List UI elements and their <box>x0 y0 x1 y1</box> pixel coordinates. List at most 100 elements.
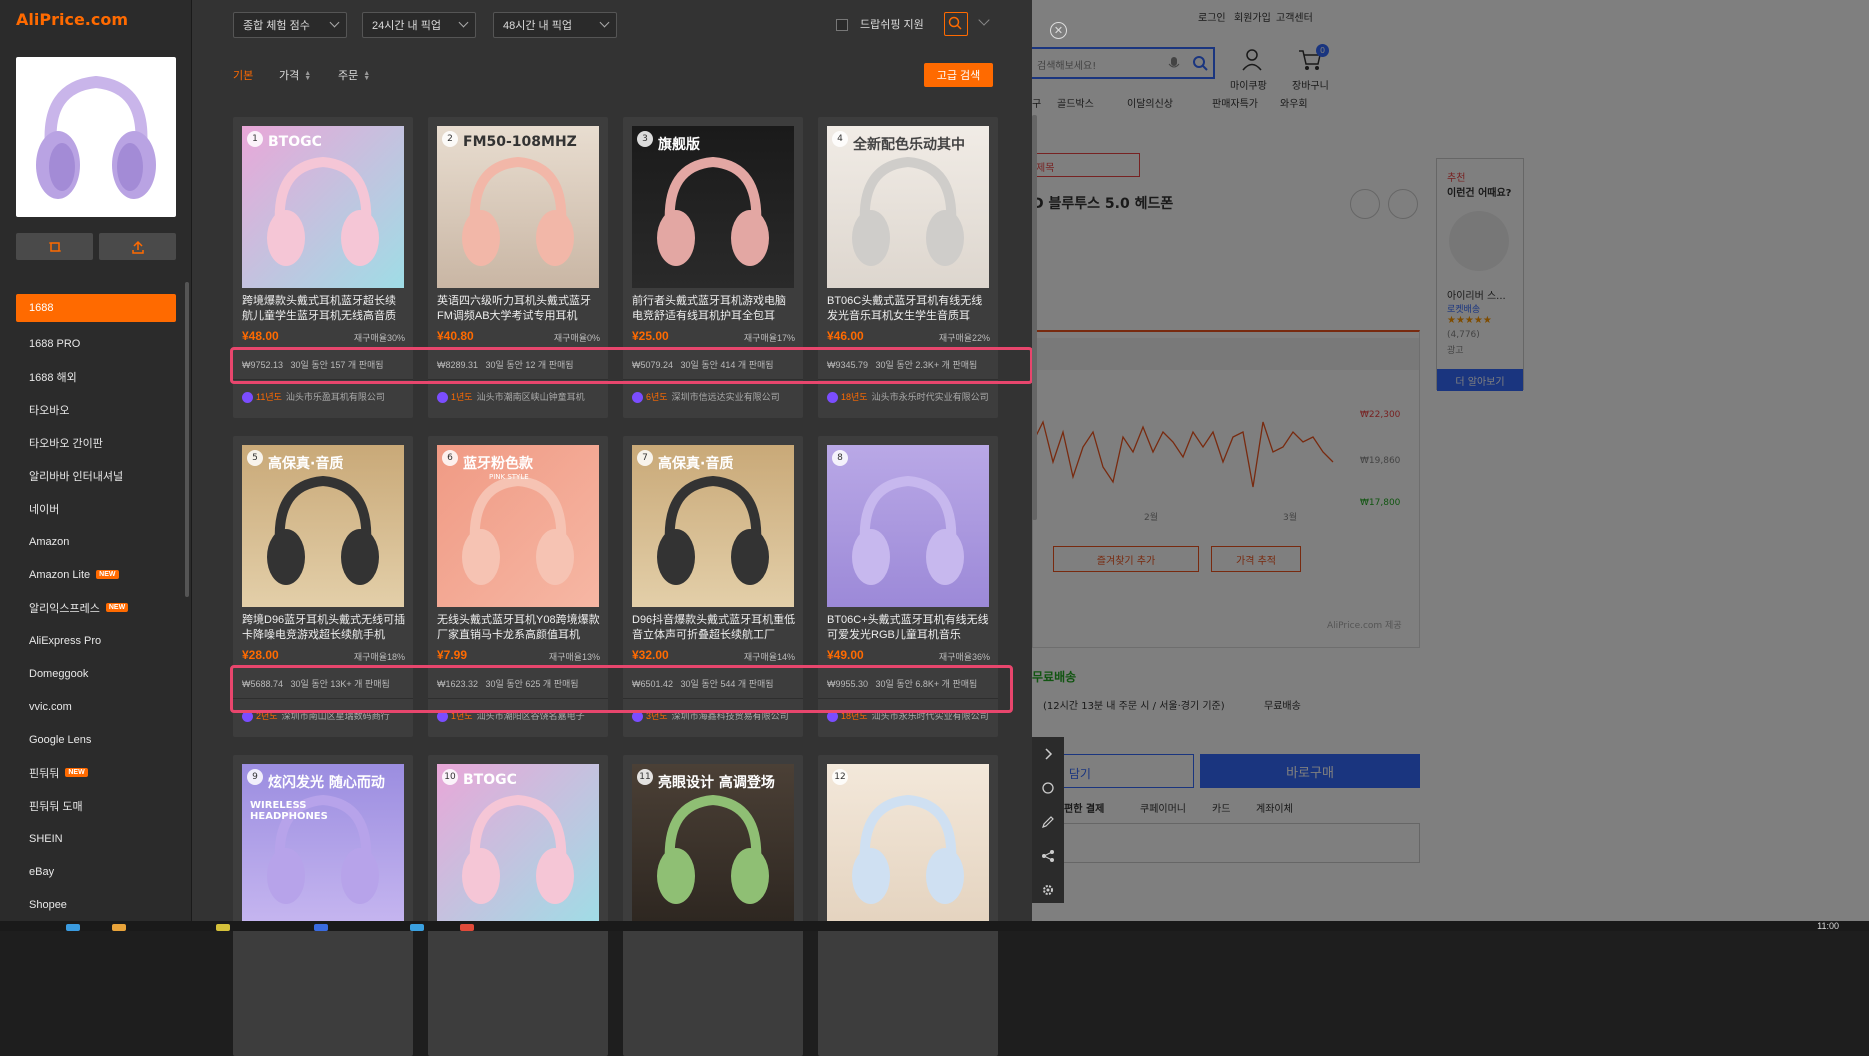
source-item[interactable]: AliExpress Pro <box>16 624 176 657</box>
source-item[interactable]: 1688 해외 <box>16 360 176 393</box>
taskbar-app-icon[interactable] <box>66 924 80 931</box>
product-card[interactable]: 9 炫闪发光 随心而动 WIRELESS HEADPHONES <box>233 755 413 1056</box>
source-item[interactable]: 타오바오 <box>16 393 176 426</box>
shop-years: 6년도 <box>646 392 668 402</box>
search-button[interactable] <box>944 12 968 36</box>
expand-button[interactable] <box>1032 737 1064 771</box>
pickup48-filter-select[interactable]: 48시간 내 픽업 <box>493 12 617 38</box>
product-title[interactable]: 英语四六级听力耳机头戴式蓝牙FM调频AB大学考试专用耳机 <box>437 294 601 324</box>
tab-orders[interactable]: 주문 ▲ ▼ <box>338 67 370 83</box>
new-badge: NEW <box>65 768 88 777</box>
product-price: ¥7.99 <box>437 648 468 662</box>
collapse-chevron-icon[interactable] <box>978 14 990 26</box>
source-list-scrollbar[interactable] <box>185 282 189 597</box>
source-item-label: 알리익스프레스 <box>29 602 100 615</box>
dropship-checkbox[interactable] <box>836 19 848 31</box>
product-image[interactable]: 1 BTOGC <box>242 126 404 288</box>
chevron-down-icon <box>599 17 610 28</box>
source-item[interactable]: 알리바바 인터내셔널 <box>16 459 176 492</box>
chat-button[interactable] <box>1032 771 1064 805</box>
repurchase-rate: 재구매율14% <box>743 652 795 662</box>
taskbar-clock: 11:00 <box>1817 921 1839 931</box>
shop-info[interactable]: 11년도 汕头市乐盈耳机有限公司 <box>242 390 406 404</box>
product-price: ¥49.00 <box>827 648 864 662</box>
product-image[interactable]: 12 <box>827 764 989 926</box>
product-title[interactable]: 无线头戴式蓝牙耳机Y08跨境爆款厂家直销马卡龙系高颜值耳机 <box>437 613 601 643</box>
taskbar-app-icon[interactable] <box>410 924 424 931</box>
source-item[interactable]: Amazon <box>16 525 176 558</box>
results-scrollbar[interactable] <box>1032 115 1037 520</box>
shop-name: 汕头市潮南区峡山钟童耳机 <box>476 392 585 402</box>
product-title[interactable]: 前行者头戴式蓝牙耳机游戏电脑电竞舒适有线耳机护耳全包耳 <box>632 294 796 324</box>
new-badge: NEW <box>96 570 119 579</box>
source-item[interactable]: 핀둬둬 NEW <box>16 756 176 789</box>
shop-info[interactable]: 1년도 汕头市潮南区峡山钟童耳机 <box>437 390 601 404</box>
source-item[interactable]: 타오바오 간이판 <box>16 426 176 459</box>
source-item[interactable]: SHEIN <box>16 822 176 855</box>
score-filter-label: 종합 체험 점수 <box>243 20 310 32</box>
dropship-label[interactable]: 드랍쉬핑 지원 <box>860 16 924 32</box>
shop-badge-icon <box>437 392 448 404</box>
product-image[interactable]: 9 炫闪发光 随心而动 WIRELESS HEADPHONES <box>242 764 404 926</box>
product-card[interactable]: 11 亮眼设计 高调登场 <box>623 755 803 1056</box>
product-title[interactable]: BT06C头戴式蓝牙耳机有线无线发光音乐耳机女生学生音质耳 <box>827 294 991 324</box>
source-item[interactable]: 알리익스프레스 NEW <box>16 591 176 624</box>
tab-price[interactable]: 가격 ▲ ▼ <box>279 67 311 83</box>
product-image[interactable]: 11 亮眼设计 高调登场 <box>632 764 794 926</box>
upload-button[interactable] <box>99 233 176 260</box>
edit-icon <box>1042 816 1054 828</box>
headphone-illustration <box>462 156 574 266</box>
product-image[interactable]: 7 高保真·音质 <box>632 445 794 607</box>
source-item[interactable]: Amazon Lite NEW <box>16 558 176 591</box>
product-card[interactable]: 12 <box>818 755 998 1056</box>
shop-badge-icon <box>827 392 838 404</box>
taskbar-app-icon[interactable] <box>216 924 230 931</box>
taskbar-app-icon[interactable] <box>460 924 474 931</box>
source-item[interactable]: Domeggook <box>16 657 176 690</box>
product-image[interactable]: 2 FM50-108MHZ <box>437 126 599 288</box>
product-card[interactable]: 10 BTOGC <box>428 755 608 1056</box>
taskbar-app-icon[interactable] <box>314 924 328 931</box>
product-image[interactable]: 5 高保真·音质 <box>242 445 404 607</box>
source-item[interactable]: 핀둬둬 도매 <box>16 789 176 822</box>
advanced-search-button[interactable]: 고급 검색 <box>924 63 993 87</box>
source-item[interactable]: Shopee <box>16 888 176 921</box>
source-item[interactable]: eBay <box>16 855 176 888</box>
source-item[interactable]: 1688 <box>16 294 176 322</box>
aliprice-logo[interactable]: AliPrice.com <box>16 10 128 29</box>
source-panel: AliPrice.com 1688 1688 PRO 1688 해외타오바오타오바오… <box>0 0 192 921</box>
product-title[interactable]: 跨境爆款头戴式耳机蓝牙超长续航儿童学生蓝牙耳机无线高音质 <box>242 294 406 324</box>
edit-button[interactable] <box>1032 805 1064 839</box>
shop-info[interactable]: 18년도 汕头市永乐时代实业有限公司 <box>827 390 991 404</box>
highlight-box-row2 <box>230 665 1013 713</box>
settings-button[interactable] <box>1032 873 1064 907</box>
product-image[interactable]: 10 BTOGC <box>437 764 599 926</box>
product-image[interactable]: 3 旗舰版 <box>632 126 794 288</box>
score-filter-select[interactable]: 종합 체험 점수 <box>233 12 347 38</box>
product-image[interactable]: 6 蓝牙粉色款 PINK STYLE <box>437 445 599 607</box>
tab-default[interactable]: 기본 <box>233 67 253 83</box>
product-title[interactable]: BT06C+头戴式蓝牙耳机有线无线可爱发光RGB儿童耳机音乐 <box>827 613 991 643</box>
source-item[interactable]: 네이버 <box>16 492 176 525</box>
headphone-illustration <box>267 156 379 266</box>
pickup24-filter-select[interactable]: 24시간 내 픽업 <box>362 12 476 38</box>
source-item-label: 1688 PRO <box>29 337 81 350</box>
source-item-label: 타오바오 <box>29 404 70 417</box>
product-title[interactable]: D96抖音爆款头戴式蓝牙耳机重低音立体声可折叠超长续航工厂 <box>632 613 796 643</box>
close-icon[interactable]: ✕ <box>1050 22 1067 39</box>
product-image[interactable]: 8 <box>827 445 989 607</box>
share-button[interactable] <box>1032 839 1064 873</box>
source-item[interactable]: Google Lens <box>16 723 176 756</box>
shop-info[interactable]: 6년도 深圳市信远达实业有限公司 <box>632 390 796 404</box>
product-title[interactable]: 跨境D96蓝牙耳机头戴式无线可插卡降噪电竞游戏超长续航手机 <box>242 613 406 643</box>
source-item-label: 알리바바 인터내셔널 <box>29 470 124 483</box>
shop-years: 18년도 <box>841 392 868 402</box>
product-image[interactable]: 4 全新配色乐动其中 <box>827 126 989 288</box>
source-item[interactable]: 1688 PRO <box>16 327 176 360</box>
crop-button[interactable] <box>16 233 93 260</box>
source-item-label: 타오바오 간이판 <box>29 437 103 450</box>
thumb-caption: 蓝牙粉色款 <box>463 456 533 472</box>
taskbar-app-icon[interactable] <box>112 924 126 931</box>
rank-number: 10 <box>442 769 458 785</box>
source-item[interactable]: vvic.com <box>16 690 176 723</box>
